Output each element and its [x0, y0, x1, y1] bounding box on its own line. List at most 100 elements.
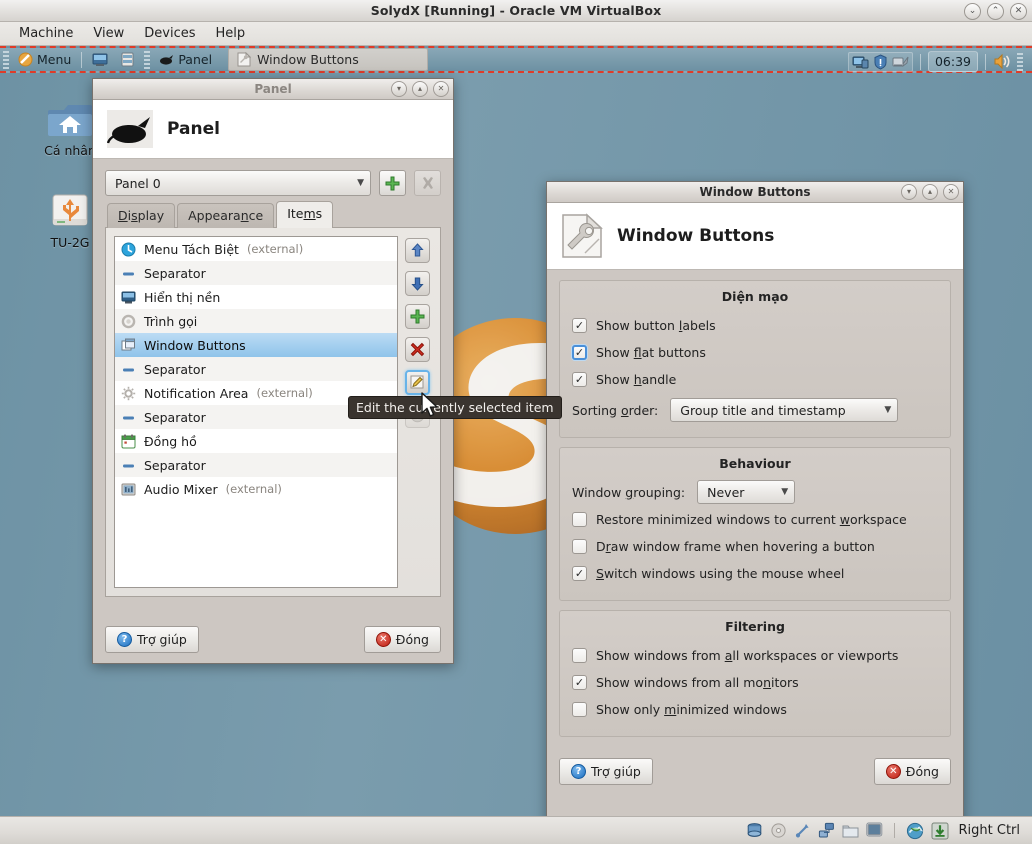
window-buttons-dialog[interactable]: Window Buttons ▾ ▴ ✕ Window Buttons Diện… — [546, 181, 964, 816]
close-icon[interactable]: ✕ — [433, 81, 449, 97]
checkbox-show-button-labels[interactable]: ✓ Show button labels — [572, 313, 938, 337]
guest-desktop[interactable]: Cá nhân TU-2G Menu Panel Window Buttons … — [0, 46, 1032, 816]
separator-icon — [123, 464, 134, 467]
checkbox-box[interactable]: ✓ — [572, 565, 587, 581]
checkbox-box[interactable] — [572, 647, 587, 663]
tab-appearance[interactable]: Appearance — [177, 203, 275, 228]
speaker-icon[interactable] — [993, 53, 1011, 70]
panel-menu-button[interactable]: Menu — [12, 49, 77, 70]
move-item-up-button[interactable] — [405, 238, 430, 263]
list-item[interactable]: Đồng hồ — [115, 429, 397, 453]
display-icon[interactable] — [865, 822, 883, 839]
sorting-order-select[interactable]: Group title and timestamp ▼ — [670, 398, 899, 422]
panel-select[interactable]: Panel 0 ▼ — [105, 170, 371, 196]
panel-close-button[interactable]: ✕ Đóng — [363, 626, 441, 653]
taskbar-button-window-buttons[interactable]: Window Buttons — [228, 48, 429, 71]
list-item[interactable]: Window Buttons — [115, 333, 397, 357]
minimize-icon[interactable]: ▾ — [391, 81, 407, 97]
clock-icon — [121, 434, 136, 448]
checkbox-box[interactable]: ✓ — [572, 344, 587, 360]
list-item-label: Hiển thị nền — [144, 289, 221, 305]
menu-machine[interactable]: Machine — [10, 23, 82, 44]
window-buttons-dialog-titlebar[interactable]: Window Buttons ▾ ▴ ✕ — [547, 182, 963, 203]
checkbox-show-all-monitors[interactable]: ✓ Show windows from all monitors — [572, 670, 938, 694]
list-item[interactable]: Separator — [115, 357, 397, 381]
maximize-icon[interactable]: ▴ — [412, 81, 428, 97]
maximize-icon[interactable]: ▴ — [922, 184, 938, 200]
remove-icon — [423, 176, 433, 189]
update-manager-icon — [892, 56, 909, 67]
plus-icon — [410, 309, 425, 324]
panel-show-desktop-button[interactable] — [86, 49, 114, 70]
list-item[interactable]: Menu Tách Biệt (external) — [115, 237, 397, 261]
panel-dialog-footer: ? Trợ giúp ✕ Đóng — [93, 618, 453, 663]
list-item[interactable]: Audio Mixer (external) — [115, 477, 397, 501]
panel-clock[interactable]: 06:39 — [927, 51, 978, 72]
checkbox-box[interactable] — [572, 538, 587, 554]
close-icon: ✕ — [885, 764, 901, 779]
tab-items[interactable]: Items — [276, 201, 334, 228]
panel-handle-mid-icon[interactable] — [144, 50, 151, 69]
capture-icon[interactable] — [906, 822, 924, 840]
list-item[interactable]: Separator — [115, 453, 397, 477]
checkbox-label: Switch windows using the mouse wheel — [596, 565, 845, 581]
checkbox-restore-minimized-windows[interactable]: Restore minimized windows to current wor… — [572, 507, 938, 531]
panel-file-manager-button[interactable] — [114, 49, 141, 70]
checkbox-show-handle[interactable]: ✓ Show handle — [572, 367, 938, 391]
host-key-icon[interactable] — [931, 822, 949, 840]
checkbox-box[interactable]: ✓ — [572, 371, 587, 387]
list-item[interactable]: Trình gọi — [115, 309, 397, 333]
menu-help[interactable]: Help — [207, 23, 255, 44]
menu-devices[interactable]: Devices — [135, 23, 204, 44]
xfce-panel[interactable]: Menu Panel Window Buttons 06:39 — [0, 46, 1032, 73]
network-icon[interactable] — [818, 822, 835, 839]
panel-dialog[interactable]: Panel ▾ ▴ ✕ Panel Panel 0 ▼ Display Appe… — [92, 78, 454, 664]
arrow-up-icon — [411, 243, 424, 257]
window-buttons-help-button[interactable]: ? Trợ giúp — [559, 758, 653, 785]
checkbox-show-only-minimized[interactable]: Show only minimized windows — [572, 697, 938, 721]
window-buttons-close-button[interactable]: ✕ Đóng — [873, 758, 951, 785]
minimize-icon[interactable]: ▾ — [901, 184, 917, 200]
virtualbox-menubar: Machine View Devices Help — [0, 22, 1032, 46]
window-grouping-row: Window grouping: Never ▼ — [572, 480, 938, 504]
checkbox-draw-window-frame[interactable]: Draw window frame when hovering a button — [572, 534, 938, 558]
close-icon[interactable]: ✕ — [1010, 3, 1027, 20]
checkbox-box[interactable] — [572, 511, 587, 527]
checkbox-box[interactable]: ✓ — [572, 317, 587, 333]
checkbox-box[interactable] — [572, 701, 587, 717]
panel-dialog-titlebar[interactable]: Panel ▾ ▴ ✕ — [93, 79, 453, 100]
shared-folder-icon[interactable] — [842, 822, 859, 839]
remove-item-button[interactable] — [405, 337, 430, 362]
panel-help-button[interactable]: ? Trợ giúp — [105, 626, 199, 653]
appearance-group-title: Diện mạo — [721, 289, 789, 304]
plus-icon — [385, 176, 400, 190]
checkbox-label: Restore minimized windows to current wor… — [596, 511, 907, 527]
panel-handle-right-icon[interactable] — [1017, 52, 1023, 71]
checkbox-label: Show windows from all workspaces or view… — [596, 647, 899, 663]
close-icon[interactable]: ✕ — [943, 184, 959, 200]
taskbar-button-panel[interactable]: Panel — [153, 49, 218, 70]
add-item-button[interactable] — [405, 304, 430, 329]
checkbox-show-flat-buttons[interactable]: ✓ Show flat buttons — [572, 340, 938, 364]
panel-handle-left-icon[interactable] — [3, 50, 9, 69]
notification-area[interactable] — [847, 51, 913, 72]
optical-disk-icon[interactable] — [770, 822, 787, 839]
move-item-down-button[interactable] — [405, 271, 430, 296]
checkbox-switch-windows-mouse-wheel[interactable]: ✓ Switch windows using the mouse wheel — [572, 561, 938, 585]
window-grouping-select[interactable]: Never ▼ — [697, 480, 796, 504]
checkbox-box[interactable]: ✓ — [572, 674, 587, 690]
checkbox-show-all-workspaces[interactable]: Show windows from all workspaces or view… — [572, 643, 938, 667]
list-item[interactable]: Hiển thị nền — [115, 285, 397, 309]
usb-icon[interactable] — [794, 822, 811, 839]
window-buttons-icon — [121, 338, 135, 350]
hard-disk-icon[interactable] — [746, 822, 763, 839]
checkbox-label: Show button labels — [596, 317, 716, 333]
minimize-icon[interactable]: ⌄ — [964, 3, 981, 20]
add-panel-button[interactable] — [379, 170, 406, 196]
list-item[interactable]: Separator — [115, 261, 397, 285]
panel-close-label: Đóng — [395, 632, 429, 647]
list-item-label: Đồng hồ — [144, 433, 197, 449]
maximize-icon[interactable]: ⌃ — [987, 3, 1004, 20]
tab-display[interactable]: Display — [107, 203, 176, 228]
menu-view[interactable]: View — [84, 23, 133, 44]
